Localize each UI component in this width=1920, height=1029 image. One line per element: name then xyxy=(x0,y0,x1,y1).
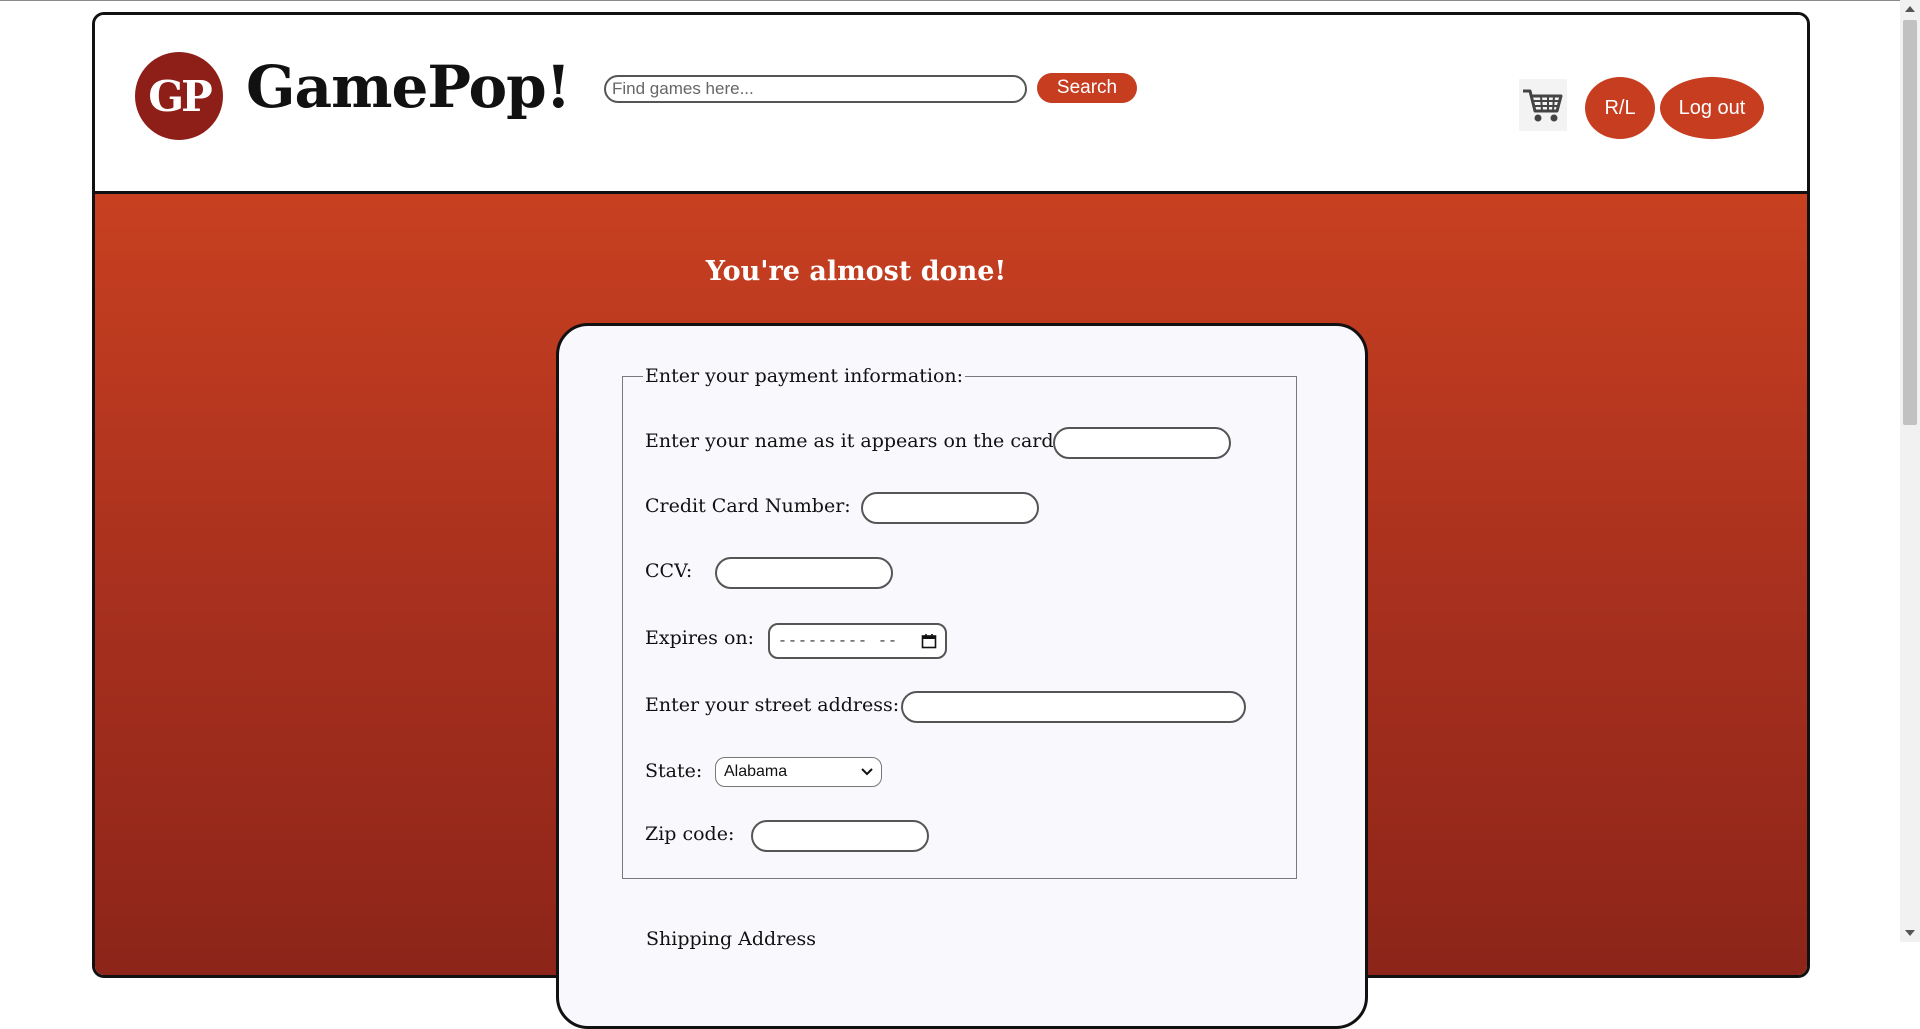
cart-svg xyxy=(1523,89,1563,122)
search-button[interactable]: Search xyxy=(1037,73,1137,103)
scroll-down-arrow-icon[interactable] xyxy=(1905,930,1915,936)
card-number-input[interactable] xyxy=(861,492,1039,524)
expires-label: Expires on: xyxy=(645,627,755,649)
payment-legend: Enter your payment information: xyxy=(645,365,964,387)
state-label: State: xyxy=(645,760,703,782)
card-name-input[interactable] xyxy=(1053,427,1231,459)
street-input[interactable] xyxy=(901,691,1246,723)
logo-text: GP xyxy=(148,71,212,121)
logout-button[interactable]: Log out xyxy=(1660,77,1764,139)
rl-button[interactable]: R/L xyxy=(1585,77,1655,139)
search-input[interactable] xyxy=(604,75,1027,103)
street-label: Enter your street address: xyxy=(645,694,900,716)
zip-input[interactable] xyxy=(751,820,929,852)
chevron-down-icon xyxy=(861,768,873,776)
calendar-icon[interactable] xyxy=(921,633,937,649)
ccv-input[interactable] xyxy=(715,557,893,589)
shipping-legend: Shipping Address xyxy=(646,928,817,950)
zip-label: Zip code: xyxy=(645,823,735,845)
expires-date-input[interactable]: --------- -- xyxy=(768,623,947,659)
site-title[interactable]: GamePop! xyxy=(246,53,571,121)
ccv-label: CCV: xyxy=(645,560,693,582)
card-number-label: Credit Card Number: xyxy=(645,495,851,517)
state-select[interactable]: Alabama xyxy=(715,757,882,787)
expires-date-value: --------- -- xyxy=(778,632,899,650)
browser-top-line xyxy=(0,0,1920,1)
page-heading: You're almost done! xyxy=(705,256,1007,287)
scroll-up-arrow-icon[interactable] xyxy=(1905,6,1915,12)
state-selected-value: Alabama xyxy=(724,763,788,780)
site-header: GP GamePop! Search R/L Log out xyxy=(95,15,1807,194)
shopping-cart-icon[interactable] xyxy=(1519,79,1567,131)
site-logo[interactable]: GP xyxy=(135,52,223,140)
scrollbar-thumb[interactable] xyxy=(1903,20,1917,425)
card-name-label: Enter your name as it appears on the car… xyxy=(645,430,1060,452)
